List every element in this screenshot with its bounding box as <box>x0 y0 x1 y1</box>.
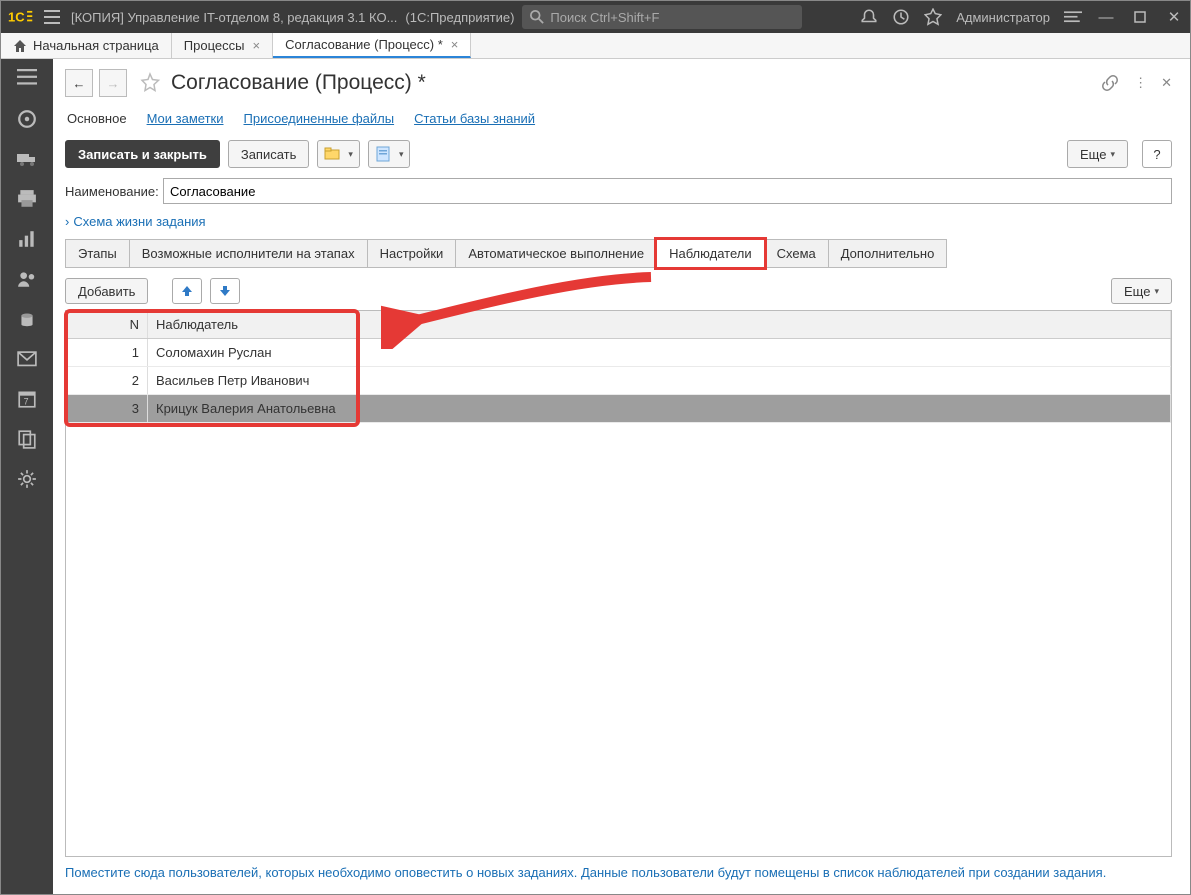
page-title: Согласование (Процесс) * <box>171 71 426 95</box>
section-nav: Основное Мои заметки Присоединенные файлы С… <box>67 111 1172 126</box>
table-more-button[interactable]: Еще▾ <box>1111 278 1172 304</box>
inner-tab-5[interactable]: Схема <box>764 239 829 268</box>
global-search-input[interactable]: Поиск Ctrl+Shift+F <box>522 5 802 29</box>
inner-tab-6[interactable]: Дополнительно <box>828 239 948 268</box>
table-row[interactable]: 2Васильев Петр Иванович <box>66 367 1171 395</box>
tab-начальная-страница[interactable]: Начальная страница <box>1 33 172 58</box>
bell-icon[interactable] <box>860 8 878 26</box>
inner-tab-1[interactable]: Возможные исполнители на этапах <box>129 239 368 268</box>
nav-forward-button[interactable]: → <box>99 69 127 97</box>
nav-back-button[interactable]: ← <box>65 69 93 97</box>
rail-money-icon[interactable] <box>17 309 37 329</box>
window-title: [КОПИЯ] Управление IT-отделом 8, редакци… <box>63 10 405 25</box>
close-page-button[interactable]: ✕ <box>1161 75 1172 91</box>
table-body[interactable]: 1Соломахин Руслан2Васильев Петр Иванович… <box>66 339 1171 856</box>
name-input[interactable] <box>163 178 1172 204</box>
navlink-3[interactable]: Статьи базы знаний <box>414 111 535 126</box>
tab-strip: Начальная страницаПроцессы×Согласование … <box>1 33 1190 59</box>
tab-close-icon[interactable]: × <box>252 38 260 53</box>
report-dropdown-button[interactable]: ▾ <box>368 140 411 168</box>
star-icon[interactable] <box>924 8 942 26</box>
col-header-observer[interactable]: Наблюдатель <box>148 311 1171 338</box>
favorite-star-icon[interactable] <box>139 72 161 94</box>
rail-calendar-icon[interactable]: 7 <box>17 389 37 409</box>
app-logo: 1С <box>1 8 41 26</box>
rail-mail-icon[interactable] <box>17 349 37 369</box>
tab-процессы[interactable]: Процессы× <box>172 33 273 58</box>
rail-truck-icon[interactable] <box>17 149 37 169</box>
inner-tab-2[interactable]: Настройки <box>367 239 457 268</box>
minimize-button[interactable]: — <box>1096 7 1116 27</box>
rail-target-icon[interactable] <box>17 109 37 129</box>
current-user[interactable]: Администратор <box>956 10 1050 25</box>
maximize-button[interactable] <box>1130 7 1150 27</box>
hint-text: Поместите сюда пользователей, которых не… <box>65 857 1172 880</box>
tab-согласование-(процесс)-*[interactable]: Согласование (Процесс) *× <box>273 33 471 58</box>
side-rail: 7 <box>1 59 53 894</box>
inner-tab-bar: ЭтапыВозможные исполнители на этапахНаст… <box>65 239 1172 268</box>
navlink-2[interactable]: Присоединенные файлы <box>244 111 395 126</box>
svg-text:1С: 1С <box>8 9 25 24</box>
history-icon[interactable] <box>892 8 910 26</box>
navlink-0[interactable]: Основное <box>67 111 127 126</box>
window-mode: (1С:Предприятие) <box>405 10 522 25</box>
rail-print-icon[interactable] <box>17 189 37 209</box>
main-menu-icon[interactable] <box>41 1 63 33</box>
rail-gear-icon[interactable] <box>17 469 37 489</box>
close-window-button[interactable]: ✕ <box>1164 7 1184 27</box>
inner-tab-3[interactable]: Автоматическое выполнение <box>455 239 657 268</box>
table-row[interactable]: 1Соломахин Руслан <box>66 339 1171 367</box>
table-row[interactable]: 3Крицук Валерия Анатольевна <box>66 395 1171 423</box>
save-button[interactable]: Записать <box>228 140 310 168</box>
svg-text:7: 7 <box>24 397 29 407</box>
kebab-menu-icon[interactable]: ⋮ <box>1134 75 1147 91</box>
col-header-n[interactable]: N <box>66 311 148 338</box>
rail-chart-icon[interactable] <box>17 229 37 249</box>
tab-close-icon[interactable]: × <box>451 37 459 52</box>
inner-tab-0[interactable]: Этапы <box>65 239 130 268</box>
search-placeholder: Поиск Ctrl+Shift+F <box>550 10 659 25</box>
settings-lines-icon[interactable] <box>1064 8 1082 26</box>
move-up-button[interactable] <box>172 278 202 304</box>
folder-dropdown-button[interactable]: ▾ <box>317 140 360 168</box>
rail-copy-icon[interactable] <box>17 429 37 449</box>
name-label: Наименование: <box>65 184 163 199</box>
link-icon[interactable] <box>1100 73 1120 93</box>
inner-tab-4[interactable]: Наблюдатели <box>656 239 765 268</box>
help-button[interactable]: ? <box>1142 140 1172 168</box>
life-scheme-link[interactable]: ›Схема жизни задания <box>65 214 1172 229</box>
add-button[interactable]: Добавить <box>65 278 148 304</box>
navlink-1[interactable]: Мои заметки <box>147 111 224 126</box>
move-down-button[interactable] <box>210 278 240 304</box>
more-button[interactable]: Еще▾ <box>1067 140 1128 168</box>
save-and-close-button[interactable]: Записать и закрыть <box>65 140 220 168</box>
observers-table: N Наблюдатель 1Соломахин Руслан2Васильев… <box>65 310 1172 857</box>
rail-menu-icon[interactable] <box>17 69 37 89</box>
rail-users-icon[interactable] <box>17 269 37 289</box>
